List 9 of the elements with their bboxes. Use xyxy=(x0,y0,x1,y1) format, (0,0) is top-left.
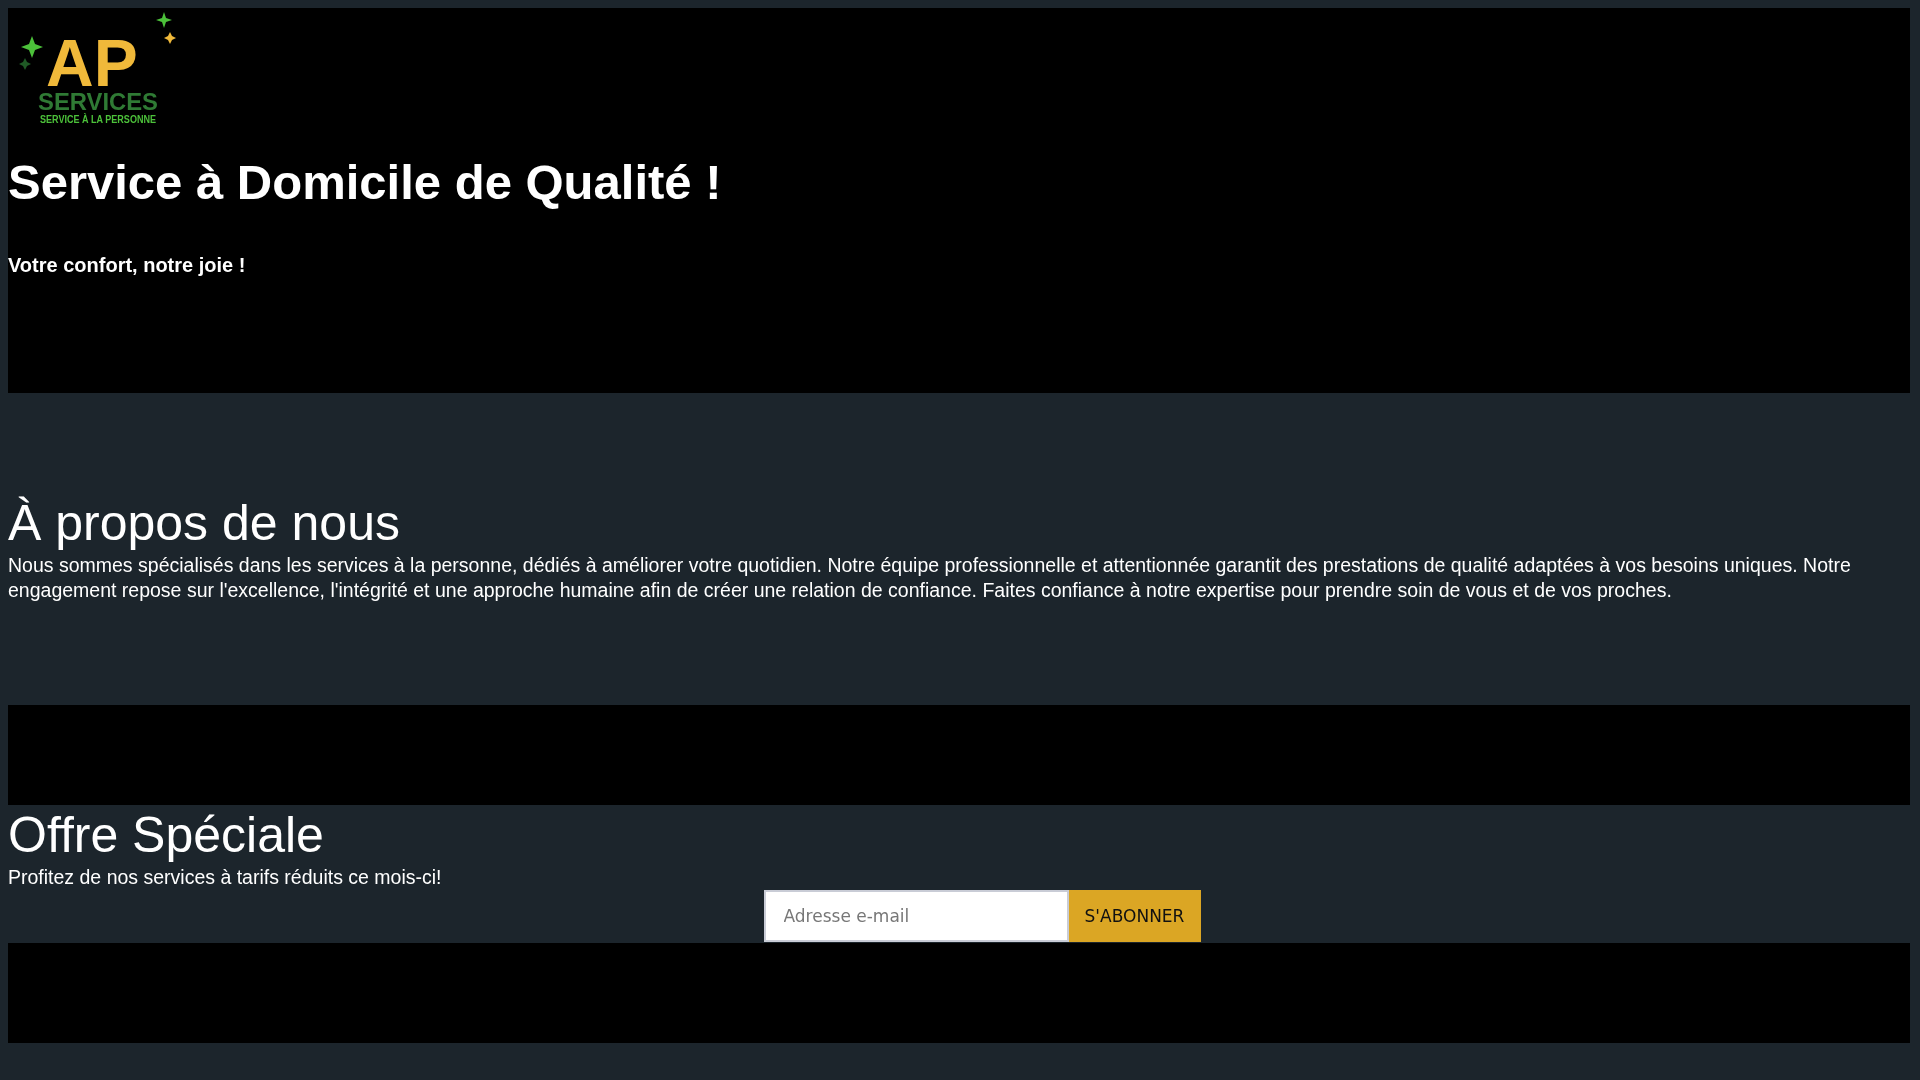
about-text: Nous sommes spécialisés dans les services à la personne, dédiés à améliorer votre quotidien. Notre équipe professionnelle et attentionnée garantit des prestations de qualité adaptées à vos besoins uniques. Notre engagement repose sur l'excellence, l'intégrité et une approche humaine afin de créer une relation de confiance. Faites confiance à notre expertise pour prendre soin de vous et de vos proches. xyxy=(8,553,1852,603)
offer-title: Offre Spéciale xyxy=(8,806,325,865)
offer-text: Profitez de nos services à tarifs réduits ce mois-ci! xyxy=(8,865,443,890)
about-title: À propos de nous xyxy=(8,494,401,553)
logo: AP SERVICES SERVICE À LA PERSONNE xyxy=(18,10,178,126)
hero-subtitle: Votre confort, notre joie ! xyxy=(8,254,247,277)
subscribe-button[interactable]: S'ABONNER xyxy=(1068,890,1201,942)
hero-title: Service à Domicile de Qualité ! xyxy=(8,154,723,211)
email-field[interactable]: Adresse e-mail xyxy=(763,890,1069,942)
